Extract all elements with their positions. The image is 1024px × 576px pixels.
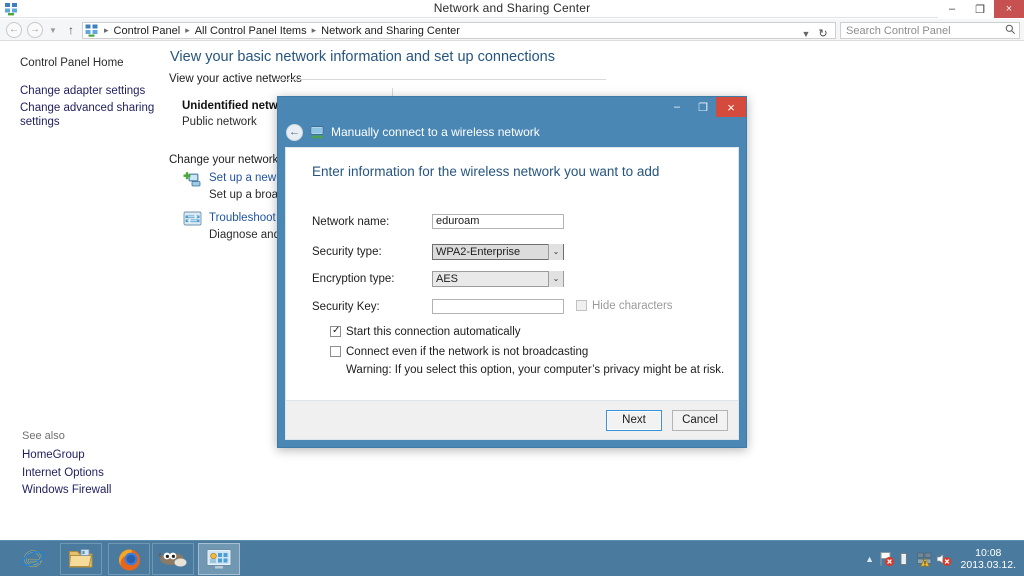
screen: Network and Sharing Center – ❐ × ← → ▼ ↑…: [0, 0, 1024, 576]
breadcrumb[interactable]: ▸ Control Panel ▸ All Control Panel Item…: [82, 22, 836, 42]
up-arrow-icon[interactable]: ↑: [64, 22, 78, 38]
privacy-warning-text: Warning: If you select this option, your…: [346, 364, 725, 376]
encryption-type-label: Encryption type:: [312, 273, 395, 285]
network-warning-icon[interactable]: [916, 550, 933, 568]
wireless-network-icon: [310, 125, 325, 139]
security-type-select[interactable]: WPA2-Enterprise ⌄: [432, 244, 564, 260]
checkbox-box: [576, 300, 587, 311]
manually-connect-wireless-dialog: – ❐ × ← Manually connect to a wireless n…: [277, 96, 747, 448]
dialog-close-button[interactable]: ×: [716, 97, 746, 117]
cancel-button[interactable]: Cancel: [672, 410, 728, 431]
hide-characters-label: Hide characters: [592, 300, 673, 312]
start-connection-automatically-label: Start this connection automatically: [346, 326, 521, 338]
breadcrumb-separator: ▸: [104, 25, 109, 35]
encryption-type-value: AES: [436, 273, 459, 285]
window-titlebar: Network and Sharing Center – ❐ ×: [0, 0, 1024, 18]
chevron-down-icon[interactable]: ▼: [799, 27, 813, 42]
taskbar-item-gimp[interactable]: [152, 543, 194, 575]
network-type: Public network: [182, 116, 257, 128]
dialog-title: Manually connect to a wireless network: [331, 125, 540, 139]
security-key-input[interactable]: [432, 299, 564, 314]
search-icon: [1001, 24, 1019, 38]
system-tray: ▲ 10:08 2013.03.12.: [863, 541, 1020, 576]
internet-explorer-icon: [21, 550, 45, 568]
next-button[interactable]: Next: [606, 410, 662, 431]
chevron-down-icon[interactable]: ⌄: [548, 271, 563, 287]
clock-date: 2013.03.12.: [960, 559, 1016, 571]
search-input[interactable]: Search Control Panel: [840, 22, 1020, 39]
section-rule: [276, 79, 606, 80]
dialog-heading: Enter information for the wireless netwo…: [312, 164, 660, 179]
sidebar-item-change-advanced-sharing[interactable]: Change advanced sharing settings: [20, 101, 160, 129]
security-key-label: Security Key:: [312, 301, 380, 313]
dialog-maximize-button[interactable]: ❐: [690, 97, 716, 117]
dialog-minimize-button[interactable]: –: [664, 97, 690, 117]
hide-characters-checkbox: Hide characters: [576, 300, 673, 312]
window-title: Network and Sharing Center: [433, 1, 591, 15]
action-center-flag-icon[interactable]: [878, 550, 895, 568]
troubleshoot-icon: [183, 210, 203, 228]
sidebar-item-control-panel-home[interactable]: Control Panel Home: [20, 56, 160, 70]
battery-icon[interactable]: [897, 550, 914, 568]
chevron-down-icon[interactable]: ⌄: [548, 244, 563, 260]
address-bar: ← → ▼ ↑ ▸ Control Panel ▸ All Control Pa…: [0, 19, 1024, 41]
sidebar-item-change-adapter-settings[interactable]: Change adapter settings: [20, 84, 160, 98]
maximize-button[interactable]: ❐: [966, 0, 994, 18]
dialog-header: ← Manually connect to a wireless network: [278, 117, 746, 147]
search-placeholder: Search Control Panel: [846, 24, 951, 37]
breadcrumb-item-network-sharing[interactable]: Network and Sharing Center: [320, 25, 461, 37]
sidebar-item-internet-options[interactable]: Internet Options: [22, 466, 162, 480]
close-button[interactable]: ×: [994, 0, 1024, 18]
security-type-value: WPA2-Enterprise: [436, 246, 521, 258]
back-arrow-icon[interactable]: ←: [6, 22, 22, 38]
sidebar-item-homegroup[interactable]: HomeGroup: [22, 448, 162, 462]
navigation-pane: Control Panel Home Change adapter settin…: [0, 42, 166, 540]
gimp-icon: [158, 552, 187, 567]
firefox-icon: [118, 549, 140, 570]
network-name-label: Network name:: [312, 216, 390, 228]
encryption-type-select[interactable]: AES ⌄: [432, 271, 564, 287]
clock-time: 10:08: [975, 547, 1002, 559]
dialog-titlebar: – ❐ ×: [278, 97, 746, 117]
connect-even-if-not-broadcasting-label: Connect even if the network is not broad…: [346, 346, 589, 358]
dialog-window-controls: – ❐ ×: [664, 97, 746, 117]
dialog-footer: Next Cancel: [285, 401, 739, 440]
minimize-button[interactable]: –: [938, 0, 966, 18]
see-also-label: See also: [22, 430, 65, 442]
breadcrumb-separator: ▸: [311, 25, 317, 35]
connect-even-if-not-broadcasting-checkbox[interactable]: Connect even if the network is not broad…: [330, 346, 588, 358]
file-explorer-icon: [69, 549, 93, 568]
page-title: View your basic network information and …: [170, 49, 556, 65]
dialog-body: Enter information for the wireless netwo…: [285, 147, 739, 401]
volume-muted-icon[interactable]: [935, 550, 952, 568]
breadcrumb-item-all-items[interactable]: All Control Panel Items: [194, 25, 308, 37]
show-hidden-icons-button[interactable]: ▲: [863, 554, 877, 564]
taskbar-item-firefox[interactable]: [108, 543, 150, 575]
checkbox-box[interactable]: [330, 346, 341, 357]
refresh-icon[interactable]: ↻: [815, 27, 831, 42]
taskbar-item-file-explorer[interactable]: [60, 543, 102, 575]
taskbar-clock[interactable]: 10:08 2013.03.12.: [961, 547, 1016, 571]
setup-new-connection-icon: [183, 170, 203, 188]
taskbar-item-internet-explorer[interactable]: [12, 543, 54, 575]
back-arrow-icon[interactable]: ←: [286, 123, 303, 141]
breadcrumb-separator: ▸: [185, 25, 190, 35]
security-type-label: Security type:: [312, 246, 382, 258]
start-connection-automatically-checkbox[interactable]: Start this connection automatically: [330, 325, 521, 338]
taskbar-item-control-panel[interactable]: [198, 543, 240, 575]
taskbar: ▲ 10:08 2013.03.12.: [0, 540, 1024, 576]
breadcrumb-item-control-panel[interactable]: Control Panel: [113, 25, 182, 37]
checkbox-box[interactable]: [330, 325, 341, 337]
network-name-input[interactable]: eduroam: [432, 214, 564, 229]
control-panel-icon: [85, 24, 98, 37]
forward-arrow-icon[interactable]: →: [27, 22, 43, 38]
window-controls: – ❐ ×: [938, 0, 1024, 18]
chevron-down-icon[interactable]: ▼: [49, 27, 57, 35]
control-panel-icon: [206, 549, 232, 569]
sidebar-item-windows-firewall[interactable]: Windows Firewall: [22, 483, 162, 497]
